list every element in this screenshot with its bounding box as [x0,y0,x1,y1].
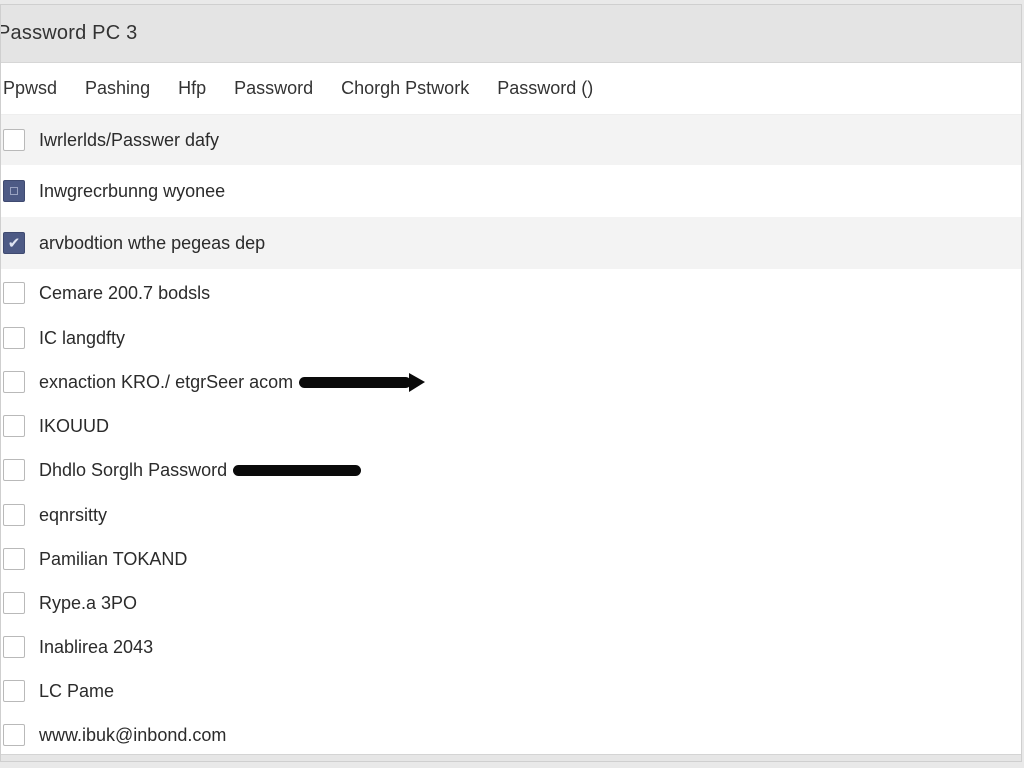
list-item[interactable]: exnaction KRO./ etgrSeer acom [1,359,1021,405]
checkbox-icon[interactable] [3,282,25,304]
list-item[interactable]: Rype.a 3PO [1,581,1021,625]
list-item-label: Pamilian TOKAND [39,548,188,569]
list-item[interactable]: IKOUUD [1,405,1021,447]
list-item[interactable]: Cemare 200.7 bodsls [1,269,1021,317]
list-item[interactable]: eqnrsitty [1,493,1021,537]
checkbox-icon[interactable] [3,129,25,151]
checkbox-icon[interactable] [3,680,25,702]
list-item-label: Iwrlerlds/Passwer dafy [39,129,220,150]
checkbox-icon[interactable] [3,371,25,393]
list-item-label: arvbodtion wthe pegeas dep [39,232,266,253]
menu-item-4[interactable]: Chorgh Pstwork [341,78,469,99]
list-item-label: IC langdfty [39,327,126,348]
list-item-label: eqnrsitty [39,504,108,525]
list-item[interactable]: IC langdfty [1,317,1021,359]
menu-item-2[interactable]: Hfp [178,78,206,99]
window-title: Password PC 3 [0,22,138,44]
redaction-mark [233,464,362,476]
list-item[interactable]: Inablirea 2043 [1,625,1021,669]
checkbox-list: Iwrlerlds/Passwer dafy Inwgrecrbunng wyon… [1,115,1021,757]
menu-item-5[interactable]: Password () [497,78,593,99]
menu-item-1[interactable]: Pashing [85,78,150,99]
checkbox-icon[interactable] [3,636,25,658]
list-item-label: IKOUUD [39,415,110,436]
list-item-label: Dhdlo Sorglh Password [39,459,228,480]
menu-item-3[interactable]: Password [234,78,313,99]
checkbox-icon[interactable] [3,592,25,614]
checkbox-icon[interactable] [3,180,25,202]
list-item-label: Inwgrecrbunng wyonee [39,180,226,201]
list-item-label: Cemare 200.7 bodsls [39,282,211,303]
checkbox-icon[interactable] [3,327,25,349]
checkmark-icon[interactable]: ✔ [3,232,25,254]
list-item-label: exnaction KRO./ etgrSeer acom [39,371,294,392]
checkbox-icon[interactable] [3,504,25,526]
checkbox-icon[interactable] [3,459,25,481]
checkbox-icon[interactable] [3,724,25,746]
menu-bar: Ppwsd Pashing Hfp Password Chorgh Pstwork Pas… [1,63,1021,115]
list-item[interactable]: Dhdlo Sorglh Password [1,447,1021,493]
list-item[interactable]: LC Pame [1,669,1021,713]
password-window: Password PC 3 Ppwsd Pashing Hfp Password Cho… [0,4,1022,762]
list-item[interactable]: Inwgrecrbunng wyonee [1,165,1021,217]
redaction-mark [299,372,426,392]
list-item[interactable]: www.ibuk@inbond.com [1,713,1021,757]
list-item[interactable]: Pamilian TOKAND [1,537,1021,581]
list-item[interactable]: ✔ arvbodtion wthe pegeas dep [1,217,1021,269]
list-item-label: Inablirea 2043 [39,636,154,657]
list-item-label: Rype.a 3PO [39,592,138,613]
checkbox-icon[interactable] [3,415,25,437]
list-item-label: LC Pame [39,680,115,701]
bottom-border [1,754,1021,761]
menu-item-0[interactable]: Ppwsd [3,78,57,99]
checkbox-icon[interactable] [3,548,25,570]
list-item[interactable]: Iwrlerlds/Passwer dafy [1,115,1021,165]
list-item-label: www.ibuk@inbond.com [39,724,227,745]
title-bar: Password PC 3 [1,5,1021,63]
